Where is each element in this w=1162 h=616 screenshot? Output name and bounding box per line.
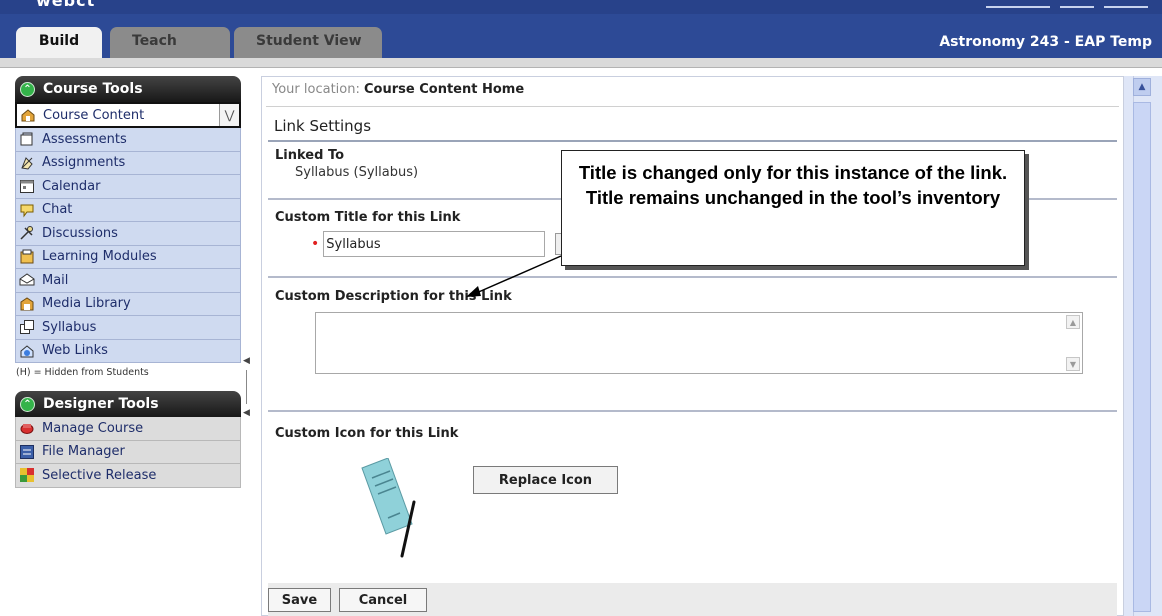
sidebar-item-label: Media Library <box>42 296 131 312</box>
learning-modules-icon <box>19 249 35 265</box>
top-header: webct Build Teach Student View Astronomy… <box>0 0 1162 58</box>
cancel-button[interactable]: Cancel <box>339 588 427 612</box>
sidebar-item-media-library[interactable]: Media Library <box>15 292 241 316</box>
sidebar-item-label: Chat <box>42 202 73 218</box>
assessments-icon <box>19 131 35 147</box>
designer-tools-title: Designer Tools <box>43 396 159 412</box>
sidebar-item-file-manager[interactable]: File Manager <box>15 440 241 464</box>
sidebar-item-label: Calendar <box>42 178 101 194</box>
sidebar-item-selective-release[interactable]: Selective Release <box>15 464 241 488</box>
sidebar-item-label: Course Content <box>43 107 145 123</box>
sidebar-item-course-content[interactable]: Course Content ⋁ <box>15 102 241 128</box>
chevron-down-icon[interactable]: ⋁ <box>219 104 239 126</box>
sidebar-item-learning-modules[interactable]: Learning Modules <box>15 245 241 269</box>
sidebar-item-calendar[interactable]: Calendar <box>15 175 241 199</box>
location-prefix: Your location: <box>272 82 360 97</box>
top-strip: webct <box>0 0 1162 14</box>
scroll-down-icon[interactable]: ▼ <box>1066 357 1080 371</box>
form-footer: Save Cancel <box>268 583 1117 616</box>
replace-icon-button[interactable]: Replace Icon <box>473 466 618 494</box>
sidebar-item-label: Mail <box>42 272 69 288</box>
top-link[interactable] <box>1060 2 1094 8</box>
hidden-from-students-note: (H) = Hidden from Students <box>16 367 149 378</box>
sidebar-item-label: File Manager <box>42 444 125 460</box>
custom-icon-label: Custom Icon for this Link <box>275 426 459 441</box>
sidebar-item-chat[interactable]: Chat <box>15 198 241 222</box>
sidebar-item-label: Selective Release <box>42 467 157 483</box>
collapse-left-icon[interactable]: ◀ <box>243 356 250 366</box>
save-button[interactable]: Save <box>268 588 331 612</box>
custom-description-textarea[interactable]: ▲ ▼ <box>315 312 1083 374</box>
scroll-thumb[interactable] <box>1133 102 1151 612</box>
scroll-up-icon[interactable]: ▲ <box>1066 315 1080 329</box>
course-tools-header[interactable]: ⌃ Course Tools <box>15 76 241 102</box>
location-value: Course Content Home <box>364 82 525 97</box>
calendar-icon <box>19 178 35 194</box>
sidebar-item-manage-course[interactable]: Manage Course <box>15 417 241 441</box>
syllabus-document-icon <box>361 458 416 558</box>
splitter-line <box>246 370 247 404</box>
top-links <box>986 2 1148 8</box>
designer-tools-header[interactable]: ⌃ Designer Tools <box>15 391 241 417</box>
sidebar-item-label: Manage Course <box>42 420 144 436</box>
sidebar-item-assignments[interactable]: Assignments <box>15 151 241 175</box>
sidebar-splitter[interactable]: ◀ ◀ <box>242 356 252 420</box>
selective-release-icon <box>19 467 35 483</box>
sidebar-item-mail[interactable]: Mail <box>15 269 241 293</box>
scroll-up-icon[interactable]: ▲ <box>1133 78 1151 96</box>
sidebar-item-label: Discussions <box>42 225 118 241</box>
collapse-circle-icon[interactable]: ⌃ <box>20 396 35 412</box>
course-title: Astronomy 243 - EAP Temp <box>939 34 1152 50</box>
collapse-left-icon[interactable]: ◀ <box>243 408 250 418</box>
tab-student-view[interactable]: Student View <box>234 27 382 58</box>
custom-description-section: Custom Description for this Link ▲ ▼ <box>268 278 1117 412</box>
tab-teach[interactable]: Teach <box>110 27 230 58</box>
web-links-icon <box>19 343 35 359</box>
top-link[interactable] <box>1104 2 1148 8</box>
media-library-icon <box>19 296 35 312</box>
sidebar-item-label: Syllabus <box>42 319 97 335</box>
custom-description-label: Custom Description for this Link <box>275 289 512 304</box>
sidebar-item-label: Assessments <box>42 131 127 147</box>
course-content-icon <box>20 107 36 123</box>
course-tools-title: Course Tools <box>43 81 143 97</box>
sidebar-item-discussions[interactable]: Discussions <box>15 222 241 246</box>
sidebar-item-label: Web Links <box>42 343 108 359</box>
tab-build[interactable]: Build <box>16 27 102 58</box>
product-logo: webct <box>36 0 96 10</box>
sidebar-item-web-links[interactable]: Web Links <box>15 339 241 363</box>
manage-course-icon <box>19 420 35 436</box>
sidebar-item-label: Assignments <box>42 155 126 171</box>
assignments-icon <box>19 155 35 171</box>
top-link[interactable] <box>986 2 1050 8</box>
chat-icon <box>19 202 35 218</box>
required-indicator: • <box>311 236 320 252</box>
collapse-circle-icon[interactable]: ⌃ <box>20 81 35 97</box>
sidebar-item-label: Learning Modules <box>42 249 157 265</box>
tab-underline <box>0 58 1162 68</box>
mail-icon <box>19 272 35 288</box>
sidebar: ⌃ Course Tools Course Content ⋁ Assessme… <box>15 76 241 488</box>
annotation-callout: Title is changed only for this instance … <box>561 150 1025 266</box>
breadcrumb: Your location: Course Content Home <box>266 77 1119 107</box>
sidebar-item-syllabus[interactable]: Syllabus <box>15 316 241 340</box>
file-manager-icon <box>19 444 35 460</box>
custom-icon-section: Custom Icon for this Link Replace Icon <box>268 412 1117 558</box>
custom-title-input[interactable] <box>323 231 546 257</box>
sidebar-item-assessments[interactable]: Assessments <box>15 128 241 152</box>
designer-tools-panel: ⌃ Designer Tools Manage Course File Mana… <box>15 391 241 488</box>
discussions-icon <box>19 225 35 241</box>
syllabus-icon <box>19 319 35 335</box>
vertical-scrollbar[interactable]: ▲ <box>1124 76 1162 616</box>
page-title: Link Settings <box>268 115 1117 142</box>
